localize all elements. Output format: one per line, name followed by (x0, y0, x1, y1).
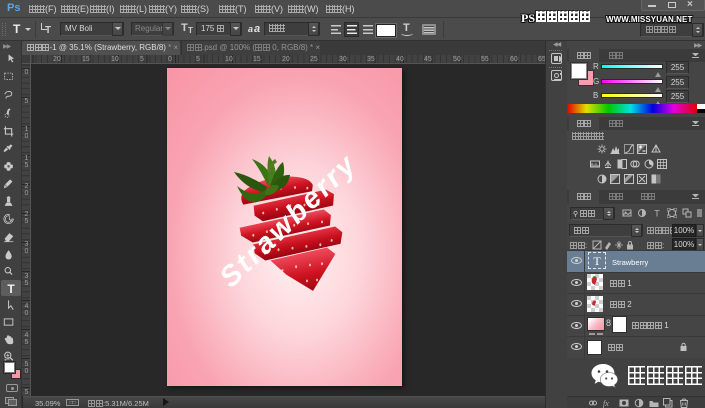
svg-text:T: T (654, 209, 660, 219)
svg-text:fx: fx (603, 399, 609, 408)
svg-text:T: T (7, 282, 15, 296)
